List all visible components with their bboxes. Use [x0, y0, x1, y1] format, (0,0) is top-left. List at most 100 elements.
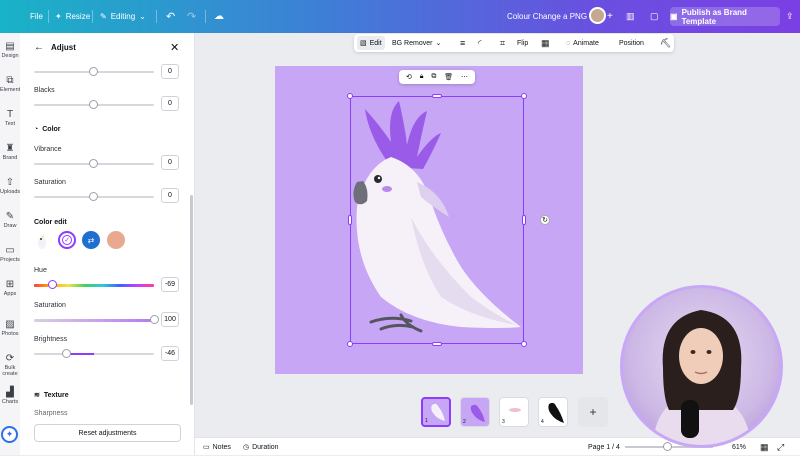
resize-handle[interactable]: [348, 215, 352, 225]
resize-handle[interactable]: [432, 342, 442, 346]
cloud-save-button[interactable]: ☁: [214, 0, 224, 33]
color-section-title: ◔ Color: [34, 126, 61, 133]
resize-button[interactable]: ✦ Resize: [55, 0, 90, 33]
undo-button[interactable]: ↶: [166, 0, 175, 33]
lock-icon[interactable]: 🔒︎: [420, 73, 424, 81]
panel-header: ← Adjust ✕: [20, 33, 195, 61]
magic-assistant-button[interactable]: ✦: [1, 426, 18, 443]
reset-adjustments-button[interactable]: Reset adjustments: [34, 424, 181, 442]
comments-button[interactable]: ▢: [650, 0, 659, 33]
rail-item-bulk-create[interactable]: ⟳ Bulk create: [0, 353, 20, 377]
paint-format-button[interactable]: ⛏: [660, 34, 671, 52]
duration-button[interactable]: ◷ Duration: [243, 438, 279, 456]
resize-label: Resize: [65, 12, 91, 21]
rail-item-design[interactable]: ▤ Design: [0, 41, 20, 59]
edit-button[interactable]: ▧ Edit: [357, 36, 385, 50]
top-bar: File ✦ Resize ✎ Editing ⌄ ↶ ↷ ☁ Colour Chan…: [0, 0, 800, 33]
vibrance-slider-knob[interactable]: [89, 159, 98, 168]
rail-item-draw[interactable]: ✎ Draw: [0, 211, 20, 229]
delete-icon[interactable]: 🗑︎: [444, 73, 453, 81]
zoom-slider-knob[interactable]: [663, 442, 672, 451]
saturation-value: 0: [168, 192, 172, 199]
rail-item-brand[interactable]: ♜ Brand: [0, 143, 20, 161]
rail-item-elements[interactable]: ⧉ Elements: [0, 75, 23, 93]
fullscreen-button[interactable]: ⤢: [777, 438, 784, 456]
transparency-button[interactable]: ▦: [541, 34, 550, 52]
blacks-value-input[interactable]: 0: [161, 96, 179, 111]
saturation-edit-slider-track[interactable]: [34, 319, 154, 322]
bg-remover-button[interactable]: BG Remover ⌄: [392, 34, 441, 52]
animate-button[interactable]: ◌ Animate: [566, 34, 599, 52]
document-title[interactable]: Colour Change a PNG: [507, 0, 587, 33]
avatar[interactable]: [589, 7, 606, 24]
notes-button[interactable]: ▭ Notes: [203, 438, 231, 456]
blacks-slider-knob[interactable]: [89, 100, 98, 109]
page-thumbnail-2[interactable]: 2: [460, 397, 490, 427]
close-icon[interactable]: ✕: [170, 41, 179, 54]
page-label: Page 1 / 4: [588, 443, 620, 451]
panel-scrollbar[interactable]: [190, 195, 193, 405]
brightness-slider-knob[interactable]: [62, 349, 72, 358]
page-thumbnail-1[interactable]: 1: [421, 397, 451, 427]
rail-item-projects[interactable]: ▭ Projects: [0, 245, 20, 263]
rotate-icon[interactable]: ⟲: [406, 73, 412, 81]
undo-icon: ↶: [166, 11, 176, 23]
brightness-slider-track[interactable]: [34, 353, 154, 355]
publish-label: Publish as Brand Template: [681, 7, 747, 26]
add-collaborator-button[interactable]: +: [607, 0, 613, 33]
selection-box: [350, 96, 524, 344]
saturation-slider-knob[interactable]: [89, 192, 98, 201]
publish-brand-template-button[interactable]: ▣ Publish as Brand Template: [670, 7, 780, 26]
redo-button[interactable]: ↷: [187, 0, 196, 33]
resize-handle[interactable]: [521, 93, 527, 99]
hue-value-input[interactable]: -69: [161, 277, 179, 292]
rotate-handle[interactable]: ↻: [540, 215, 550, 225]
page-thumbnail-3[interactable]: 3: [499, 397, 529, 427]
saturation-edit-value-input[interactable]: 100: [161, 312, 179, 327]
resize-handle[interactable]: [347, 93, 353, 99]
color-swatch-blue[interactable]: ⇄: [82, 231, 100, 249]
draw-icon: ✎: [5, 211, 15, 222]
color-swatch-peach[interactable]: [107, 231, 125, 249]
sparkle-icon: ✦: [5, 429, 14, 439]
rail-item-photos[interactable]: ▨ Photos: [0, 319, 20, 337]
top-slider-knob[interactable]: [89, 67, 98, 76]
brightness-value-input[interactable]: -46: [161, 346, 179, 361]
saturation-edit-slider-knob[interactable]: [150, 315, 159, 324]
rail-item-apps[interactable]: ⊞ Apps: [0, 279, 20, 297]
insights-button[interactable]: ▥: [626, 0, 635, 33]
grid-view-button[interactable]: ▦: [760, 438, 769, 456]
border-style-button[interactable]: ≡: [460, 34, 465, 52]
color-swatch-selected[interactable]: ✓: [58, 231, 76, 249]
page-indicator[interactable]: Page 1 / 4: [588, 438, 620, 456]
flip-button[interactable]: Flip: [517, 34, 528, 52]
vibrance-label: Vibrance: [34, 146, 62, 153]
editing-mode-dropdown[interactable]: ✎ Editing ⌄: [100, 0, 146, 33]
more-icon[interactable]: ⋯: [461, 73, 468, 81]
resize-handle[interactable]: [522, 215, 526, 225]
corner-rounding-button[interactable]: ◜: [478, 34, 482, 52]
duration-label: Duration: [252, 443, 279, 451]
rail-item-uploads[interactable]: ⇧ Uploads: [0, 177, 20, 195]
add-page-button[interactable]: +: [578, 397, 608, 427]
resize-handle[interactable]: [432, 94, 442, 98]
duplicate-icon[interactable]: ⧉: [431, 73, 436, 81]
saturation-value-input[interactable]: 0: [161, 188, 179, 203]
crop-button[interactable]: ⌗: [500, 34, 505, 52]
divider: [205, 10, 206, 23]
page-thumbnail-4[interactable]: 4: [538, 397, 568, 427]
hue-slider-knob[interactable]: [48, 280, 57, 289]
back-arrow-icon[interactable]: ←: [34, 42, 44, 53]
resize-handle[interactable]: [521, 341, 527, 347]
rail-item-text[interactable]: T Text: [0, 109, 20, 127]
top-value-input[interactable]: 0: [161, 64, 179, 79]
vibrance-value-input[interactable]: 0: [161, 155, 179, 170]
position-button[interactable]: Position: [619, 34, 644, 52]
rail-item-charts[interactable]: ▟ Charts: [0, 387, 20, 405]
file-menu[interactable]: File: [30, 0, 43, 33]
grid-icon: ▦: [760, 441, 769, 452]
share-button[interactable]: ⇪: [786, 0, 794, 33]
animate-label: Animate: [573, 39, 599, 47]
resize-handle[interactable]: [347, 341, 353, 347]
comment-icon: ▢: [650, 11, 659, 21]
